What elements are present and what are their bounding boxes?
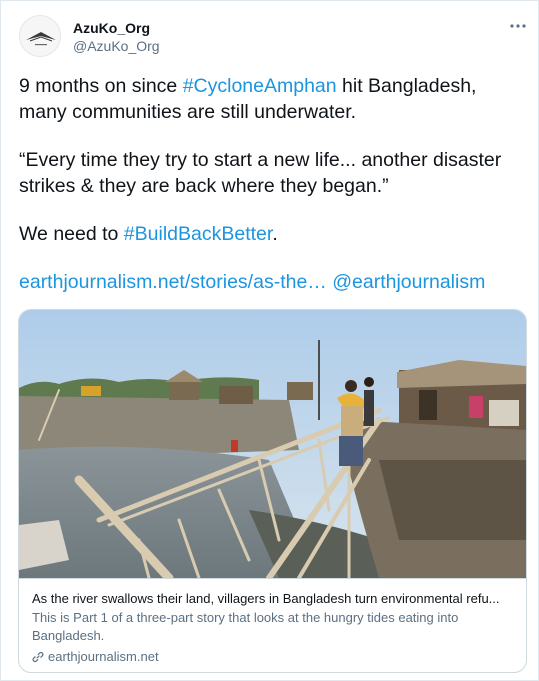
link-preview-card[interactable]: As the river swallows their land, villag…: [18, 309, 527, 673]
tweet-text-span: hit Bangladesh,: [336, 75, 477, 97]
hashtag-buildbackbetter[interactable]: #BuildBackBetter: [124, 223, 273, 245]
more-options-button[interactable]: [507, 15, 529, 37]
link-icon: [32, 651, 44, 662]
more-horizontal-icon: [510, 24, 526, 28]
card-image[interactable]: [19, 310, 526, 578]
hashtag-cycloneamphan[interactable]: #CycloneAmphan: [183, 75, 337, 97]
tweet-quote-line: “Every time they try to start a new life…: [19, 149, 502, 171]
tweet-text-span: .: [272, 223, 278, 245]
card-title[interactable]: As the river swallows their land, villag…: [32, 591, 517, 606]
tweet-line: earthjournalism.net/stories/as-the… @ear…: [19, 269, 529, 295]
azuko-logo-icon: [20, 16, 60, 56]
card-domain: earthjournalism.net: [32, 649, 159, 664]
display-name[interactable]: AzuKo_Org: [73, 20, 150, 36]
card-divider: [19, 578, 526, 579]
mention-earthjournalism[interactable]: @earthjournalism: [332, 271, 485, 293]
user-handle[interactable]: @AzuKo_Org: [73, 38, 160, 54]
card-domain-text: earthjournalism.net: [48, 649, 159, 664]
tweet-line: 9 months on since #CycloneAmphan hit Ban…: [19, 73, 529, 99]
avatar[interactable]: [19, 15, 61, 57]
tweet-text-span: We need to: [19, 223, 124, 245]
tweet-line: many communities are still underwater.: [19, 101, 357, 123]
tweet-line: We need to #BuildBackBetter.: [19, 221, 529, 247]
tweet-text: 9 months on since #CycloneAmphan hit Ban…: [19, 73, 529, 295]
article-link[interactable]: earthjournalism.net/stories/as-the…: [19, 271, 327, 293]
tweet-card[interactable]: AzuKo_Org @AzuKo_Org 9 months on since #…: [0, 0, 539, 681]
tweet-text-span: 9 months on since: [19, 75, 183, 97]
tweet-quote-line: strikes & they are back where they began…: [19, 175, 389, 197]
card-description: This is Part 1 of a three-part story tha…: [32, 610, 459, 643]
